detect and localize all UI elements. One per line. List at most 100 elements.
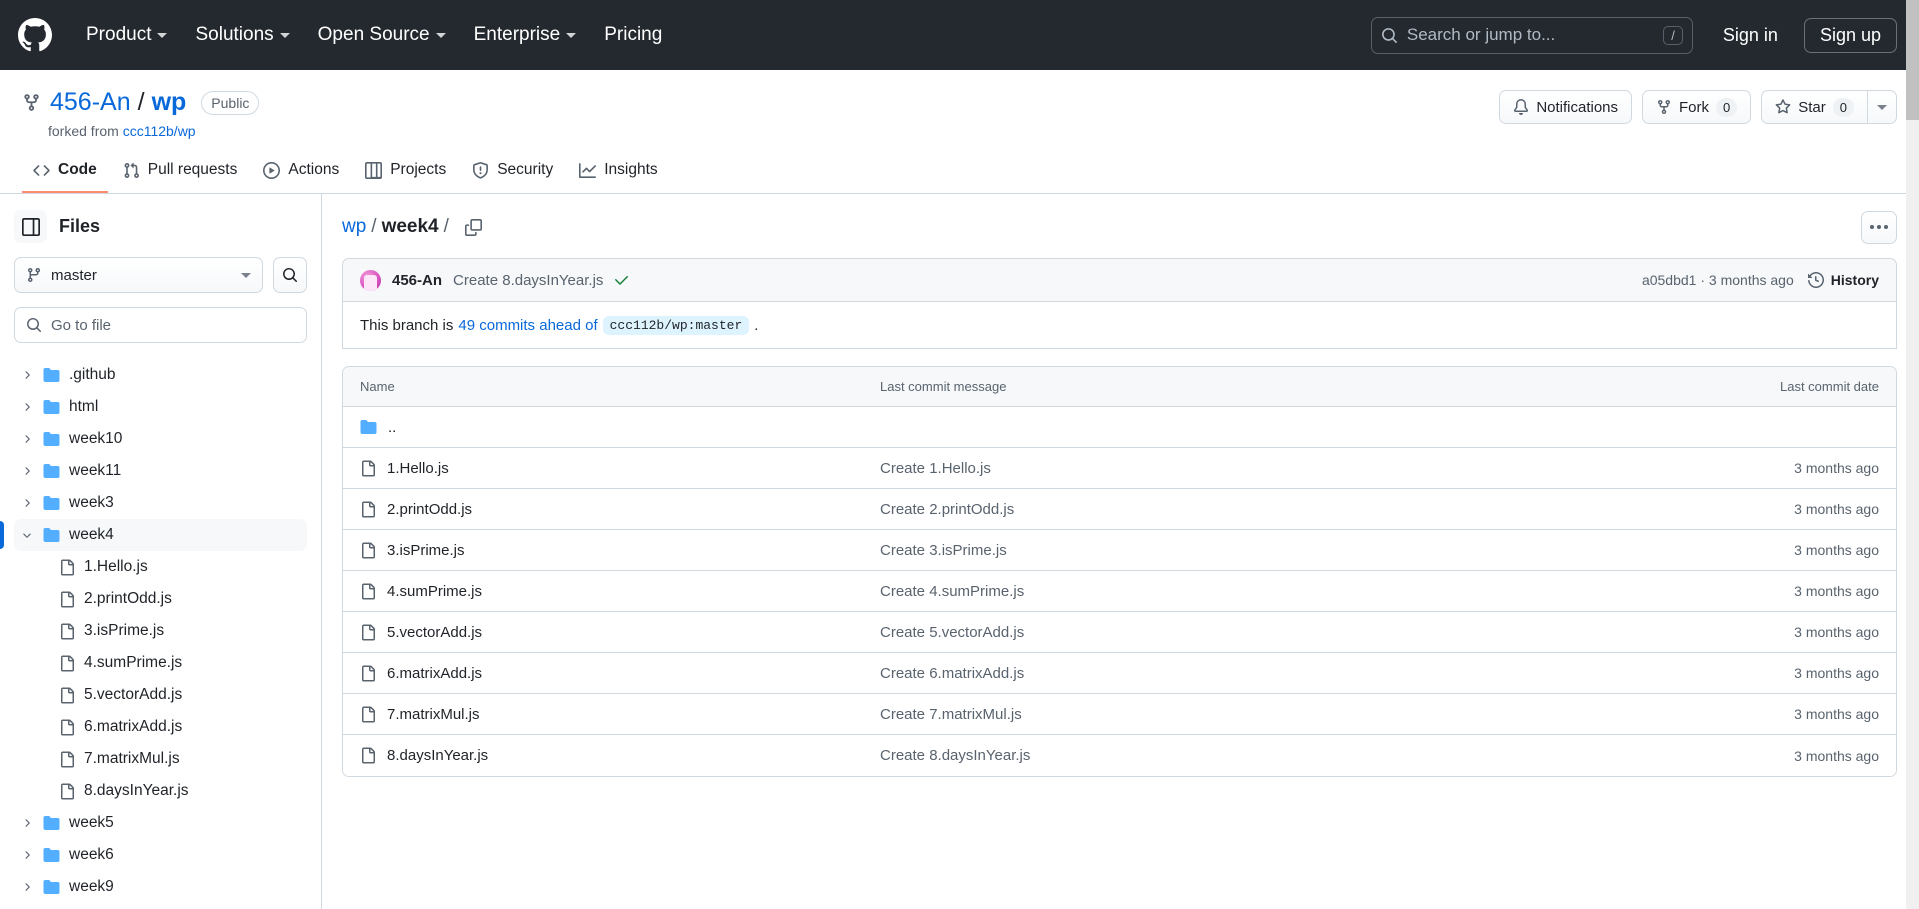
tree-item-1-hello-js[interactable]: 1.Hello.js	[14, 551, 307, 583]
table-row[interactable]: 1.Hello.js Create 1.Hello.js 3 months ago	[343, 448, 1896, 489]
commit-message-link[interactable]: Create 6.matrixAdd.js	[880, 665, 1024, 682]
nav-item-open-source[interactable]: Open Source	[304, 16, 460, 54]
file-name-link[interactable]: 7.matrixMul.js	[387, 706, 480, 723]
repository-name-link[interactable]: wp	[152, 88, 187, 117]
sign-in-link[interactable]: Sign in	[1709, 17, 1792, 54]
commit-author[interactable]: 456-An	[392, 272, 442, 289]
table-row[interactable]: 6.matrixAdd.js Create 6.matrixAdd.js 3 mon…	[343, 653, 1896, 694]
commit-message-link[interactable]: Create 4.sumPrime.js	[880, 583, 1024, 600]
file-name-link[interactable]: 3.isPrime.js	[387, 542, 465, 559]
star-button[interactable]: Star 0	[1761, 90, 1867, 124]
folder-icon	[43, 464, 60, 478]
table-row[interactable]: 7.matrixMul.js Create 7.matrixMul.js 3 mon…	[343, 694, 1896, 735]
history-link[interactable]: History	[1807, 272, 1879, 288]
kebab-horizontal-icon[interactable]	[1861, 210, 1897, 244]
forked-from-link[interactable]: ccc112b/wp	[123, 123, 196, 139]
tab-code[interactable]: Code	[22, 153, 108, 193]
tree-item-5-vectoradd-js[interactable]: 5.vectorAdd.js	[14, 679, 307, 711]
column-header-date: Last commit date	[1780, 379, 1879, 394]
sign-up-button[interactable]: Sign up	[1803, 17, 1897, 53]
nav-item-pricing[interactable]: Pricing	[590, 16, 676, 54]
tab-actions[interactable]: Actions	[252, 153, 350, 193]
nav-item-solutions[interactable]: Solutions	[181, 16, 303, 54]
commit-message-link[interactable]: Create 3.isPrime.js	[880, 542, 1007, 559]
check-icon[interactable]	[614, 272, 630, 288]
tree-item-4-sumprime-js[interactable]: 4.sumPrime.js	[14, 647, 307, 679]
avatar[interactable]	[360, 269, 381, 291]
table-row[interactable]: ..	[343, 407, 1896, 448]
table-row[interactable]: 5.vectorAdd.js Create 5.vectorAdd.js 3 mon…	[343, 612, 1896, 653]
nav-item-enterprise[interactable]: Enterprise	[460, 16, 591, 54]
tree-item-3-isprime-js[interactable]: 3.isPrime.js	[14, 615, 307, 647]
search-input[interactable]: Search or jump to... /	[1370, 16, 1693, 54]
tab-label: Insights	[604, 161, 658, 178]
tab-insights[interactable]: Insights	[568, 153, 668, 193]
commit-message-link[interactable]: Create 7.matrixMul.js	[880, 706, 1022, 723]
repository-owner-link[interactable]: 456-An	[50, 88, 131, 117]
commit-hash[interactable]: a05dbd1	[1642, 272, 1697, 288]
table-row[interactable]: 3.isPrime.js Create 3.isPrime.js 3 months …	[343, 530, 1896, 571]
tree-item--github[interactable]: .github	[14, 359, 307, 391]
table-row[interactable]: 2.printOdd.js Create 2.printOdd.js 3 month…	[343, 489, 1896, 530]
search-icon	[27, 318, 42, 333]
chevron-right-icon	[20, 464, 34, 478]
page-body: Files master Go to file .github html week1…	[0, 194, 1919, 909]
branch-notice-prefix: This branch is	[360, 316, 454, 334]
tab-pull-requests[interactable]: Pull requests	[112, 153, 249, 193]
chevron-right-icon	[20, 880, 34, 894]
tree-item-week11[interactable]: week11	[14, 455, 307, 487]
file-name-link[interactable]: 1.Hello.js	[387, 460, 449, 477]
tree-item-week10[interactable]: week10	[14, 423, 307, 455]
tree-item-week3[interactable]: week3	[14, 487, 307, 519]
table-row[interactable]: 8.daysInYear.js Create 8.daysInYear.js 3 m…	[343, 735, 1896, 776]
file-name-cell: 7.matrixMul.js	[360, 706, 880, 723]
sidebar-search-button[interactable]	[273, 257, 307, 293]
commit-message-link[interactable]: Create 5.vectorAdd.js	[880, 624, 1024, 641]
chevron-down-icon	[435, 32, 446, 38]
tree-item-week4[interactable]: week4	[0, 519, 307, 551]
copy-path-icon[interactable]	[459, 212, 489, 242]
commit-message-link[interactable]: Create 1.Hello.js	[880, 460, 991, 477]
sidebar-collapse-icon[interactable]	[14, 210, 47, 243]
page-scrollbar[interactable]	[1906, 0, 1919, 909]
star-dropdown-button[interactable]	[1867, 90, 1897, 124]
file-name-link[interactable]: 5.vectorAdd.js	[387, 624, 482, 641]
tree-item-week9[interactable]: week9	[14, 871, 307, 903]
tree-item-6-matrixadd-js[interactable]: 6.matrixAdd.js	[14, 711, 307, 743]
table-row[interactable]: 4.sumPrime.js Create 4.sumPrime.js 3 month…	[343, 571, 1896, 612]
tab-projects[interactable]: Projects	[354, 153, 457, 193]
file-name-link[interactable]: ..	[388, 419, 396, 436]
tree-item-readme-md[interactable]: README.md	[14, 903, 307, 909]
branch-status-notice: This branch is 49 commits ahead of ccc11…	[342, 302, 1897, 349]
commit-message-link[interactable]: Create 8.daysInYear.js	[880, 747, 1030, 764]
file-name-cell: 3.isPrime.js	[360, 542, 880, 559]
commit-message-link[interactable]: Create 2.printOdd.js	[880, 501, 1014, 518]
go-to-file-input[interactable]: Go to file	[14, 307, 307, 343]
file-name-link[interactable]: 6.matrixAdd.js	[387, 665, 482, 682]
fork-button[interactable]: Fork 0	[1642, 90, 1752, 124]
tree-item-html[interactable]: html	[14, 391, 307, 423]
tab-security[interactable]: Security	[461, 153, 564, 193]
row-commit-message: Create 3.isPrime.js	[880, 542, 1709, 559]
tree-item-8-daysinyear-js[interactable]: 8.daysInYear.js	[14, 775, 307, 807]
nav-item-product[interactable]: Product	[72, 16, 181, 54]
tree-item-week6[interactable]: week6	[14, 839, 307, 871]
file-icon	[362, 460, 375, 476]
row-commit-date: 3 months ago	[1794, 583, 1879, 599]
file-icon	[362, 542, 375, 558]
file-icon	[362, 665, 375, 681]
commits-ahead-link[interactable]: 49 commits ahead of	[458, 317, 597, 334]
file-name-link[interactable]: 2.printOdd.js	[387, 501, 472, 518]
notifications-button[interactable]: Notifications	[1499, 90, 1633, 124]
github-mark-icon[interactable]	[14, 14, 56, 56]
file-name-link[interactable]: 4.sumPrime.js	[387, 583, 482, 600]
file-name-link[interactable]: 8.daysInYear.js	[387, 747, 488, 764]
breadcrumb-root-link[interactable]: wp	[342, 216, 366, 238]
tree-item-2-printodd-js[interactable]: 2.printOdd.js	[14, 583, 307, 615]
folder-icon	[43, 400, 60, 414]
tree-item-week5[interactable]: week5	[14, 807, 307, 839]
commit-message[interactable]: Create 8.daysInYear.js	[453, 272, 603, 289]
scrollbar-thumb[interactable]	[1906, 0, 1919, 120]
tree-item-7-matrixmul-js[interactable]: 7.matrixMul.js	[14, 743, 307, 775]
branch-selector[interactable]: master	[14, 257, 263, 293]
